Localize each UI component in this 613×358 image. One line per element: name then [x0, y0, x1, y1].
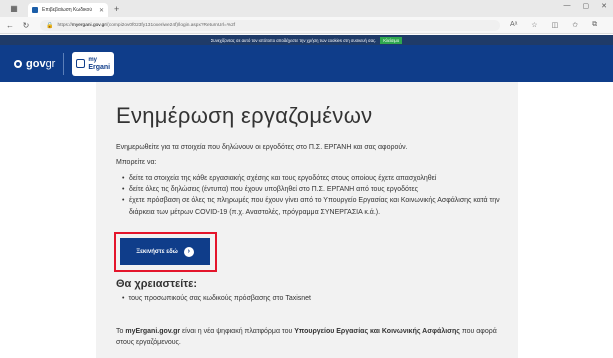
tab-title: Επιβεβαίωση Κωδικού	[42, 7, 93, 13]
foot-ministry: Υπουργείου Εργασίας και Κοινωνικής Ασφάλ…	[294, 328, 460, 335]
url-host: myergani.gov.gr	[71, 22, 106, 28]
foot-text-1: Το	[116, 328, 126, 335]
requirements-heading: Θα χρειαστείτε:	[116, 278, 198, 290]
favorite-star-icon[interactable]: ☆	[531, 21, 537, 29]
favorites-icon[interactable]: ✩	[572, 21, 578, 29]
govgr-text-b: gr	[45, 57, 56, 70]
arrow-right-icon: ›	[183, 246, 194, 257]
page-title: Ενημέρωση εργαζομένων	[116, 103, 373, 128]
brand-ergani: Ergani	[88, 63, 111, 71]
list-item: έχετε πρόσβαση σε όλες τις πληρωμές που …	[122, 195, 512, 217]
list-item: δείτε τα στοιχεία της κάθε εργασιακής σχ…	[122, 173, 512, 184]
briefcase-icon	[76, 59, 86, 68]
site-header: gov gr my Ergani	[0, 45, 613, 82]
govgr-mark-icon	[14, 59, 22, 68]
govgr-text-a: gov	[26, 57, 46, 70]
cookie-text: Συνεχίζοντας σε αυτό τον ιστότοπο αποδέχ…	[210, 37, 377, 43]
close-window-icon[interactable]: ✕	[601, 2, 607, 10]
requirement-item: τους προσωπικούς σας κωδικούς πρόσβασης …	[122, 295, 311, 302]
favicon-icon	[32, 7, 38, 13]
url-field[interactable]: 🔒 https://myergani.gov.gr/(compi2ov0f023…	[40, 19, 500, 31]
tab-strip: ▦ Επιβεβαίωση Κωδικού ✕ + — ▢ ✕	[0, 0, 613, 17]
list-item: δείτε όλες τις δηλώσεις (έντυπα) που έχο…	[122, 184, 512, 195]
new-tab-button[interactable]: +	[114, 4, 119, 14]
capabilities-list: δείτε τα στοιχεία της κάθε εργασιακής σχ…	[122, 173, 512, 218]
window-controls: — ▢ ✕	[564, 2, 608, 10]
footer-description: Το myErgani.gov.gr είναι η νέα ψηφιακή π…	[116, 326, 516, 348]
cookie-close-button[interactable]: Κλείσιμο	[380, 36, 403, 44]
maximize-icon[interactable]: ▢	[583, 2, 590, 10]
url-path: /(compi2ov0f023fy131oxeriwe24f)/login.as…	[105, 22, 236, 28]
main-content: Ενημέρωση εργαζομένων Ενημερωθείτε για τ…	[96, 82, 518, 358]
collections-icon[interactable]: ⧉	[592, 21, 597, 29]
read-aloud-icon[interactable]: Aᵃ	[510, 21, 517, 29]
lock-icon: 🔒	[46, 22, 54, 29]
foot-site: myErgani.gov.gr	[125, 328, 181, 335]
window-menu-icon[interactable]: ▦	[8, 4, 20, 14]
back-icon[interactable]: ←	[4, 21, 16, 30]
cookie-banner: Συνεχίζοντας σε αυτό τον ιστότοπο αποδέχ…	[0, 35, 613, 45]
tab-active[interactable]: Επιβεβαίωση Κωδικού ✕	[28, 3, 108, 17]
browser-window: ▦ Επιβεβαίωση Κωδικού ✕ + — ▢ ✕ ← ↻ 🔒 ht…	[0, 0, 613, 358]
lead-text: Ενημερωθείτε για τα στοιχεία που δηλώνου…	[116, 144, 408, 151]
split-screen-icon[interactable]: ◫	[552, 21, 559, 29]
header-divider	[63, 52, 65, 75]
start-button-label: Ξεκινήστε εδώ	[136, 248, 178, 255]
can-text: Μπορείτε να:	[116, 159, 157, 166]
foot-text-2: είναι η νέα ψηφιακή πλατφόρμα του	[180, 328, 295, 335]
minimize-icon[interactable]: —	[564, 2, 571, 10]
govgr-logo[interactable]: gov gr	[14, 58, 55, 70]
myergani-logo[interactable]: my Ergani	[72, 51, 115, 76]
close-tab-icon[interactable]: ✕	[99, 7, 104, 14]
toolbar-icons: Aᵃ ☆ ◫ ✩ ⧉	[510, 21, 597, 29]
start-button[interactable]: Ξεκινήστε εδώ ›	[120, 238, 210, 265]
brand-my: my	[88, 56, 98, 63]
refresh-icon[interactable]: ↻	[20, 21, 32, 30]
address-bar: ← ↻ 🔒 https://myergani.gov.gr/(compi2ov0…	[0, 17, 613, 34]
